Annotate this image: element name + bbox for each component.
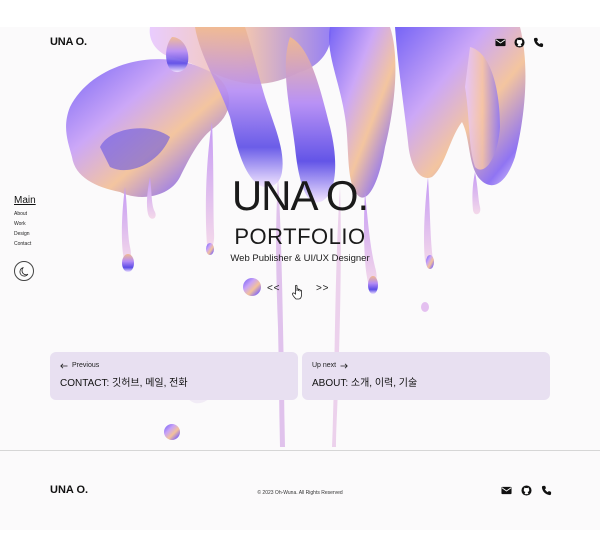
previous-label: Previous <box>60 362 288 369</box>
mail-icon[interactable] <box>501 485 512 496</box>
mail-icon[interactable] <box>495 37 506 48</box>
previous-title: CONTACT: 깃허브, 메일, 전화 <box>60 378 188 389</box>
arrow-right-icon <box>340 363 348 368</box>
site-header: UNA O. <box>0 27 600 59</box>
carousel-next-button[interactable]: > > <box>316 283 329 294</box>
next-title: ABOUT: 소개, 이력, 기술 <box>312 378 418 389</box>
theme-toggle-button[interactable] <box>14 261 34 281</box>
footer-divider <box>0 450 600 451</box>
next-label: Up next <box>312 362 540 369</box>
carousel-prev-button[interactable]: < < <box>267 283 280 294</box>
header-contact-icons <box>495 37 544 48</box>
page: UNA O. Main About Work Design Contact UN… <box>0 27 600 530</box>
footer-contact-icons <box>501 485 552 496</box>
previous-page-card[interactable]: Previous CONTACT: 깃허브, 메일, 전화 <box>50 352 298 400</box>
github-icon[interactable] <box>521 485 532 496</box>
next-label-text: Up next <box>312 362 337 369</box>
moon-icon <box>19 266 28 276</box>
phone-icon[interactable] <box>533 37 544 48</box>
hand-pointer-icon <box>292 284 302 300</box>
github-icon[interactable] <box>514 37 525 48</box>
site-logo[interactable]: UNA O. <box>50 36 87 48</box>
hero-role: Web Publisher & UI/UX Designer <box>230 253 370 264</box>
hero-title: UNA O. <box>231 172 369 219</box>
phone-icon[interactable] <box>541 485 552 496</box>
hero-subtitle: PORTFOLIO <box>234 224 366 249</box>
arrow-left-icon <box>60 363 68 368</box>
previous-label-text: Previous <box>72 362 100 369</box>
next-page-card[interactable]: Up next ABOUT: 소개, 이력, 기술 <box>302 352 550 400</box>
hero-carousel-controls: < < > > <box>243 277 343 301</box>
